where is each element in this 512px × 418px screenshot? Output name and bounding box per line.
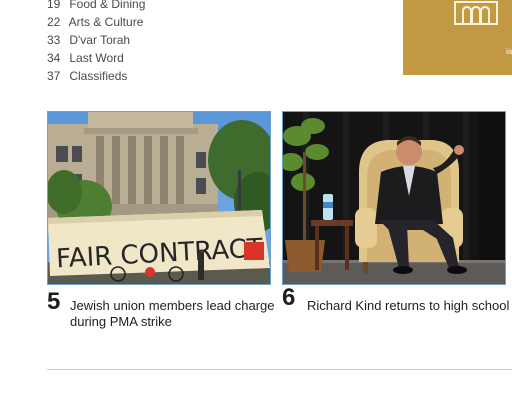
story-headline[interactable]: Jewish union members lead charge during … [70,298,275,330]
section-divider [47,369,512,370]
contents-item[interactable]: 37 Classifieds [47,67,145,85]
contents-label: D'var Torah [69,33,131,47]
contents-item[interactable]: 19 Food & Dining [47,0,145,13]
promo-block[interactable]: ia [403,0,512,75]
story-page-number: 5 [47,288,61,315]
story-card[interactable]: 6 Richard Kind returns to high school [282,111,509,328]
promo-text: ia [506,47,512,56]
story-headline[interactable]: Richard Kind returns to high school [307,298,512,314]
contents-page-number: 19 [47,0,61,11]
story-caption: 6 Richard Kind returns to high school [282,284,509,328]
contents-label: Food & Dining [69,0,146,11]
story-page-number: 6 [282,284,296,311]
contents-page-number: 22 [47,15,61,29]
story-card[interactable]: FAIR CONTRACT NOW 5 Jewish union members… [47,111,275,329]
contents-item[interactable]: 33 D'var Torah [47,31,145,49]
contents-label: Arts & Culture [68,15,144,29]
contents-list: 19 Food & Dining 22 Arts & Culture 33 D'… [47,0,145,85]
contents-page-number: 37 [47,69,61,83]
contents-item[interactable]: 22 Arts & Culture [47,13,145,31]
story-caption: 5 Jewish union members lead charge durin… [47,288,275,329]
story-photo[interactable]: FAIR CONTRACT NOW [47,111,271,285]
contents-item[interactable]: 34 Last Word [47,49,145,67]
story-photo[interactable] [282,111,506,285]
contents-page-number: 33 [47,33,61,47]
contents-page-number: 34 [47,51,61,65]
building-icon [453,0,499,33]
contents-label: Classifieds [69,69,128,83]
contents-label: Last Word [69,51,124,65]
